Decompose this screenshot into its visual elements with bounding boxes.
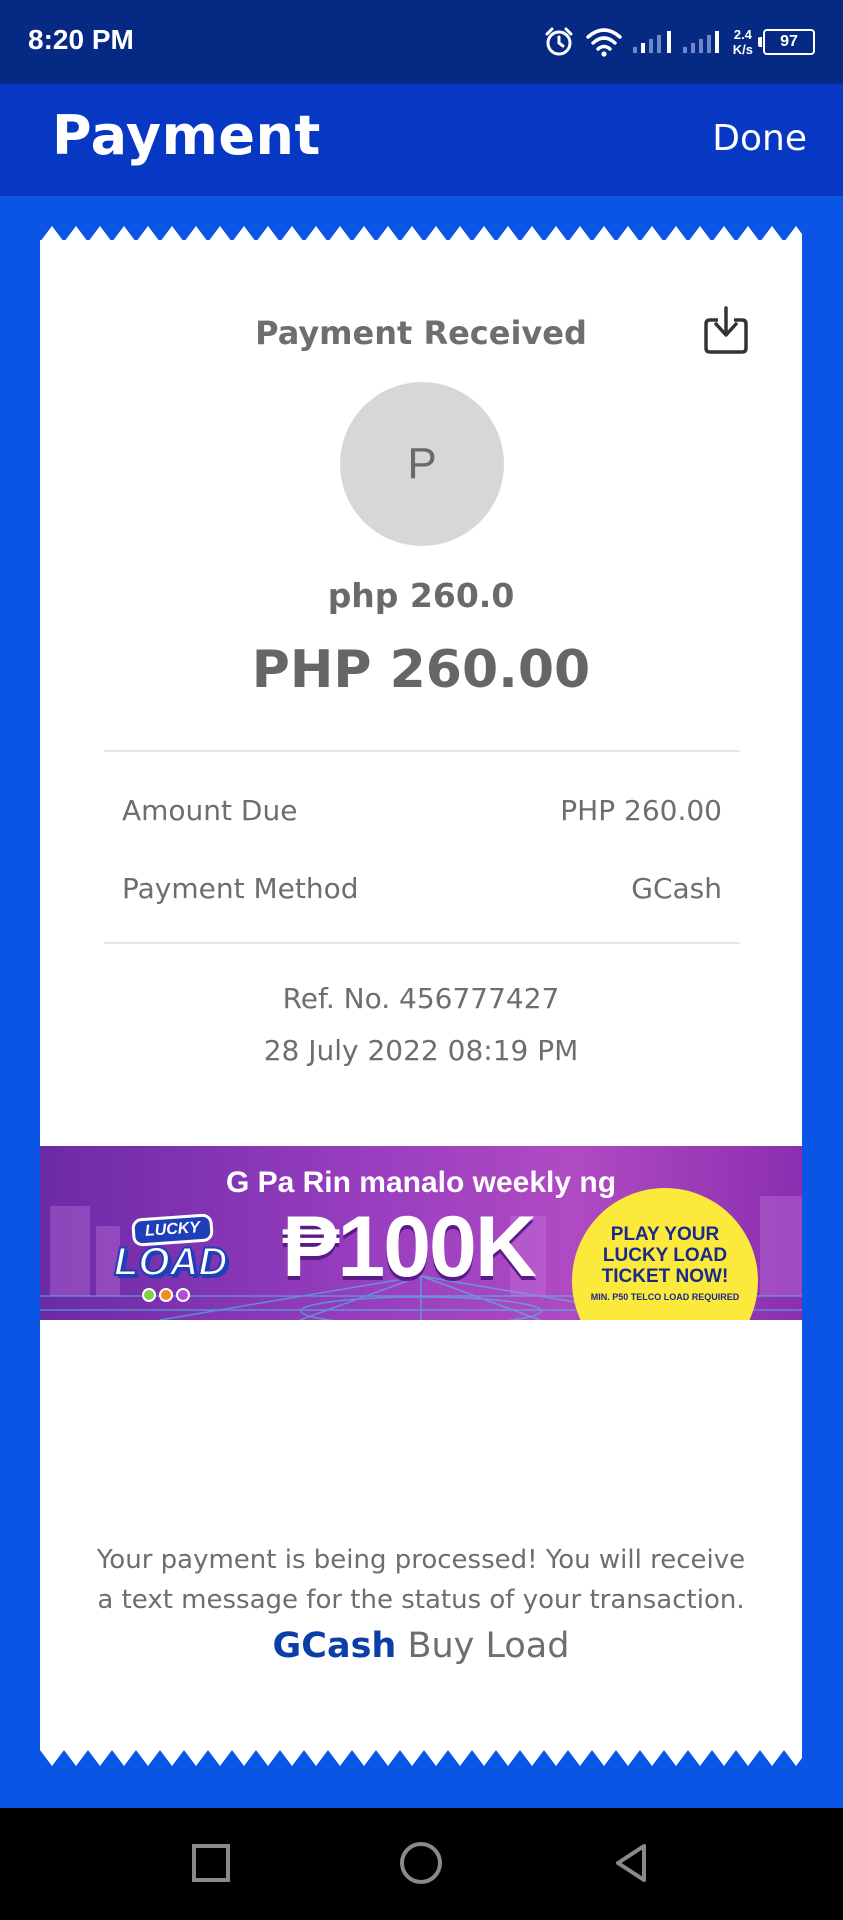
download-icon[interactable] [702, 304, 750, 356]
lucky-load-logo: LUCKY LOAD [113, 1213, 228, 1306]
banner-prize: ₱100K [282, 1199, 537, 1295]
avatar-initial: P [407, 439, 437, 488]
detail-row-payment-method: Payment Method GCash [122, 872, 722, 905]
receipt-bottom-edge [40, 1750, 802, 1766]
alarm-icon [545, 27, 573, 56]
merchant-amount: php 260.0 [327, 576, 515, 615]
home-icon[interactable] [396, 1838, 446, 1888]
detail-value: PHP 260.00 [560, 794, 722, 827]
navigation-bar [0, 1808, 843, 1920]
net-speed-value: 2.4 [733, 27, 752, 42]
detail-label: Payment Method [122, 872, 359, 905]
banner-cta-note: MIN. P50 TELCO LOAD REQUIRED [590, 1292, 740, 1302]
avatar: P [340, 382, 504, 546]
detail-label: Amount Due [122, 794, 298, 827]
promo-banner[interactable]: G Pa Rin manalo weekly ng LUCKY LOAD ₱10… [40, 1146, 802, 1320]
receipt-title: Payment Received [255, 314, 587, 352]
battery-icon: 97 [758, 29, 815, 55]
receipt-top-edge [40, 226, 802, 242]
net-speed-unit: K/s [732, 42, 753, 57]
status-icons: 2.4 K/s 97 [543, 20, 815, 64]
app-header: Payment Done [0, 84, 843, 196]
receipt-card: Payment Received P php 260.0 PHP 260.00 … [40, 240, 802, 1750]
detail-row-amount-due: Amount Due PHP 260.00 [122, 794, 722, 827]
status-bar: 8:20 PM 2.4 K/s 97 [0, 0, 843, 84]
logo-load-text: LOAD [113, 1239, 228, 1285]
divider [104, 942, 740, 944]
done-button[interactable]: Done [712, 118, 807, 159]
brand-service: Buy Load [407, 1626, 570, 1666]
brand-line: GCash Buy Load [40, 1626, 802, 1666]
wifi-icon [586, 28, 622, 57]
reference-number: Ref. No. 456777427 [282, 982, 560, 1015]
brand-name: GCash [272, 1626, 397, 1666]
net-speed: 2.4 K/s [733, 27, 753, 57]
recent-apps-icon[interactable] [186, 1838, 236, 1888]
detail-value: GCash [631, 872, 722, 905]
transaction-datetime: 28 July 2022 08:19 PM [263, 1034, 579, 1067]
page-title: Payment [52, 104, 321, 167]
signal-icon [632, 31, 719, 53]
battery-level: 97 [780, 33, 798, 50]
back-icon[interactable] [606, 1838, 656, 1888]
total-amount: PHP 260.00 [251, 640, 591, 700]
banner-cta: PLAY YOUR LUCKY LOAD TICKET NOW! [601, 1224, 729, 1287]
divider [104, 750, 740, 752]
logo-dots [142, 1288, 190, 1302]
status-message: Your payment is being processed! You wil… [96, 1545, 746, 1615]
status-time: 8:20 PM [28, 24, 134, 55]
